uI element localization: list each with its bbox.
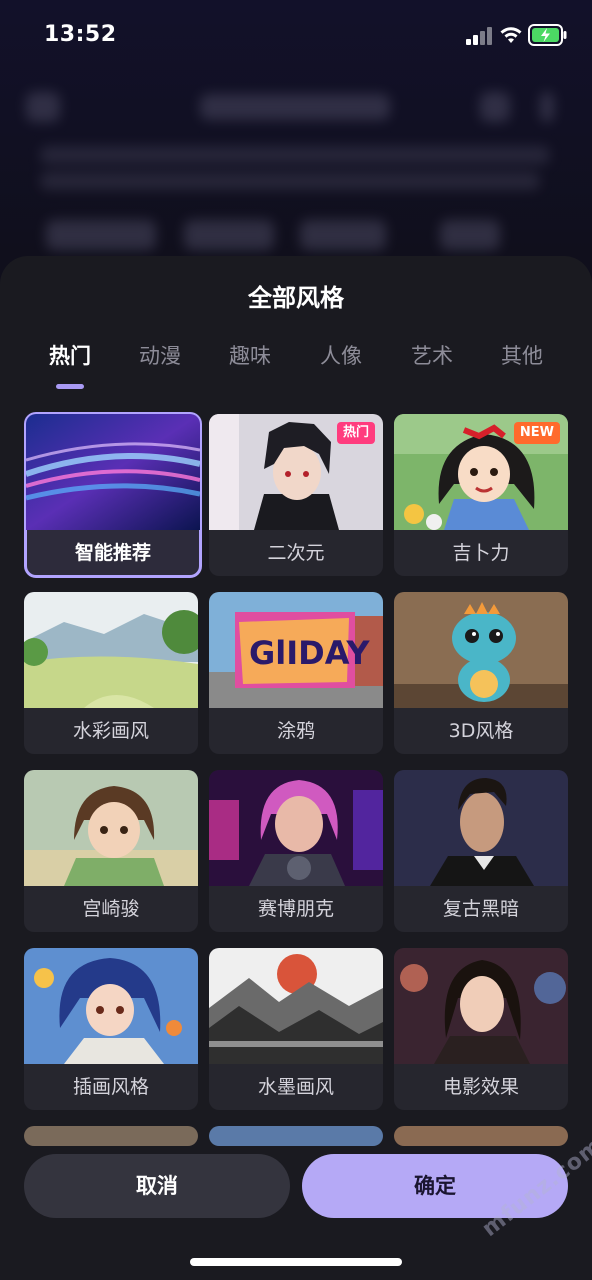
cellular-signal-icon xyxy=(466,27,492,45)
watercolor-landscape-thumbnail xyxy=(24,592,198,708)
active-tab-indicator xyxy=(56,384,84,389)
style-card-ink-wash[interactable]: 水墨画风 xyxy=(209,948,383,1110)
3d-dragon-thumbnail xyxy=(394,592,568,708)
illustration-girl-thumbnail xyxy=(24,948,198,1064)
tab-anime[interactable]: 动漫 xyxy=(115,340,205,370)
style-label: 水墨画风 xyxy=(257,1076,334,1098)
tab-other[interactable]: 其他 xyxy=(477,340,567,370)
cinematic-woman-thumbnail xyxy=(394,948,568,1064)
style-label: 水彩画风 xyxy=(72,720,149,742)
style-label: 3D风格 xyxy=(448,720,514,742)
tab-hot[interactable]: 热门 xyxy=(25,340,115,370)
style-label: 电影效果 xyxy=(442,1076,519,1098)
ink-wash-mountain-thumbnail xyxy=(209,948,383,1064)
style-label: 宫崎骏 xyxy=(82,898,140,920)
home-indicator xyxy=(190,1258,402,1266)
style-label: 复古黑暗 xyxy=(442,898,519,920)
cancel-button[interactable]: 取消 xyxy=(24,1154,290,1218)
light-streaks-thumbnail xyxy=(26,414,200,530)
style-card-3d[interactable]: 3D风格 xyxy=(394,592,568,754)
tab-art[interactable]: 艺术 xyxy=(387,340,477,370)
status-bar: 13:52 xyxy=(0,0,592,70)
style-grid: 智能推荐 热门 二次元 NEW 吉卜力 水彩画风 GlIDAY 涂鸦 3D风格 … xyxy=(0,412,592,1148)
style-label: 赛博朋克 xyxy=(257,898,334,920)
style-card-ghibli[interactable]: NEW 吉卜力 xyxy=(394,414,568,576)
style-label: 智能推荐 xyxy=(74,542,151,564)
style-category-tabs: 热门 动漫 趣味 人像 艺术 其他 xyxy=(0,340,592,390)
style-picker-sheet: 全部风格 热门 动漫 趣味 人像 艺术 其他 智能推荐 热门 二次元 NEW 吉… xyxy=(0,256,592,1280)
style-card-smart-recommend[interactable]: 智能推荐 xyxy=(24,412,202,578)
style-label: 涂鸦 xyxy=(276,720,315,742)
svg-text:GlIDAY: GlIDAY xyxy=(249,634,370,672)
style-card-partial[interactable] xyxy=(394,1126,568,1146)
miyazaki-girl-thumbnail xyxy=(24,770,198,886)
style-card-anime[interactable]: 热门 二次元 xyxy=(209,414,383,576)
graffiti-wall-thumbnail: GlIDAY xyxy=(209,592,383,708)
tab-fun[interactable]: 趣味 xyxy=(205,340,295,370)
style-card-cinematic[interactable]: 电影效果 xyxy=(394,948,568,1110)
sheet-title: 全部风格 xyxy=(248,284,344,312)
style-card-miyazaki[interactable]: 宫崎骏 xyxy=(24,770,198,932)
style-label: 吉卜力 xyxy=(452,542,510,564)
new-badge: NEW xyxy=(513,422,560,444)
style-card-retro-dark[interactable]: 复古黑暗 xyxy=(394,770,568,932)
style-label: 二次元 xyxy=(267,542,325,564)
style-card-illustration[interactable]: 插画风格 xyxy=(24,948,198,1110)
status-time: 13:52 xyxy=(44,22,117,47)
style-card-partial[interactable] xyxy=(24,1126,198,1146)
wifi-icon xyxy=(500,27,522,43)
cyberpunk-woman-thumbnail xyxy=(209,770,383,886)
retro-dark-man-thumbnail xyxy=(394,770,568,886)
style-card-cyberpunk[interactable]: 赛博朋克 xyxy=(209,770,383,932)
style-label: 插画风格 xyxy=(72,1076,149,1098)
tab-portrait[interactable]: 人像 xyxy=(296,340,386,370)
blurred-background-content xyxy=(0,70,592,270)
style-card-watercolor[interactable]: 水彩画风 xyxy=(24,592,198,754)
hot-badge: 热门 xyxy=(336,422,375,444)
battery-charging-icon xyxy=(528,24,567,46)
style-card-partial[interactable] xyxy=(209,1126,383,1146)
style-card-graffiti[interactable]: GlIDAY 涂鸦 xyxy=(209,592,383,754)
